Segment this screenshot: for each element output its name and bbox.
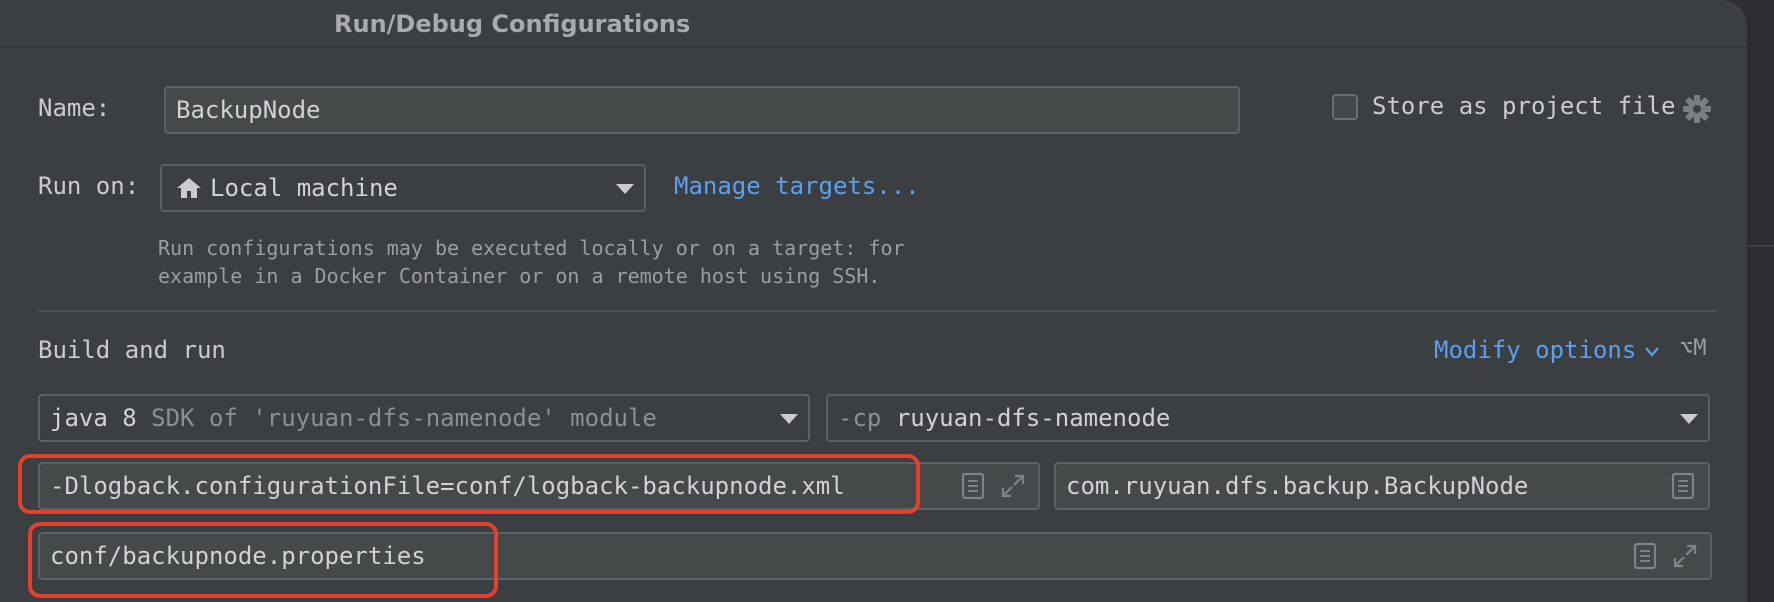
run-debug-dialog: Run/Debug Configurations Name: BackupNod…	[0, 0, 1748, 602]
chevron-down-icon	[1680, 414, 1698, 424]
classpath-select[interactable]: -cp ruyuan-dfs-namenode	[826, 394, 1710, 442]
cp-flag: -cp	[838, 404, 882, 432]
jdk-version: java 8	[50, 404, 137, 432]
modify-options-shortcut: ⌥M	[1680, 336, 1707, 361]
jdk-select[interactable]: java 8 SDK of 'ruyuan-dfs-namenode' modu…	[38, 394, 810, 442]
run-on-select[interactable]: Local machine	[160, 164, 646, 212]
dialog-title: Run/Debug Configurations	[334, 10, 691, 38]
cp-module: ruyuan-dfs-namenode	[895, 404, 1171, 432]
modify-options-link[interactable]: Modify options	[1434, 336, 1636, 364]
name-label: Name:	[38, 94, 111, 122]
chevron-down-icon	[616, 184, 634, 194]
run-on-selected: Local machine	[210, 174, 398, 202]
chevron-down-icon	[780, 414, 798, 424]
main-class-input[interactable]: com.ruyuan.dfs.backup.BackupNode	[1054, 462, 1710, 510]
name-input-value: BackupNode	[176, 96, 321, 124]
program-arguments-highlight	[28, 522, 498, 598]
home-icon	[177, 178, 201, 198]
run-on-hint-line1: Run configurations may be executed local…	[158, 236, 905, 260]
classpath-select-value: -cp ruyuan-dfs-namenode	[838, 404, 1170, 432]
chevron-down-icon[interactable]	[1644, 346, 1660, 358]
store-as-project-file-checkbox[interactable]	[1332, 94, 1358, 120]
build-and-run-label: Build and run	[38, 336, 226, 364]
manage-targets-link[interactable]: Manage targets...	[674, 172, 920, 200]
store-as-project-file-label[interactable]: Store as project file	[1372, 92, 1675, 120]
vm-options-highlight	[18, 454, 920, 514]
document-icon[interactable]	[960, 472, 986, 500]
section-divider	[38, 310, 1718, 312]
document-icon[interactable]	[1632, 542, 1658, 570]
jdk-detail: SDK of 'ruyuan-dfs-namenode' module	[151, 404, 657, 432]
run-on-hint-line2: example in a Docker Container or on a re…	[158, 264, 881, 288]
run-on-label: Run on:	[38, 172, 140, 200]
expand-icon[interactable]	[1672, 542, 1698, 570]
editor-divider	[1748, 245, 1774, 247]
main-class-value: com.ruyuan.dfs.backup.BackupNode	[1066, 472, 1529, 500]
name-input[interactable]: BackupNode	[164, 86, 1240, 134]
document-icon[interactable]	[1670, 472, 1696, 500]
dialog-titlebar: Run/Debug Configurations	[0, 0, 1747, 48]
expand-icon[interactable]	[1000, 472, 1026, 500]
jdk-select-value: java 8 SDK of 'ruyuan-dfs-namenode' modu…	[50, 404, 657, 432]
gear-icon[interactable]	[1682, 94, 1712, 124]
